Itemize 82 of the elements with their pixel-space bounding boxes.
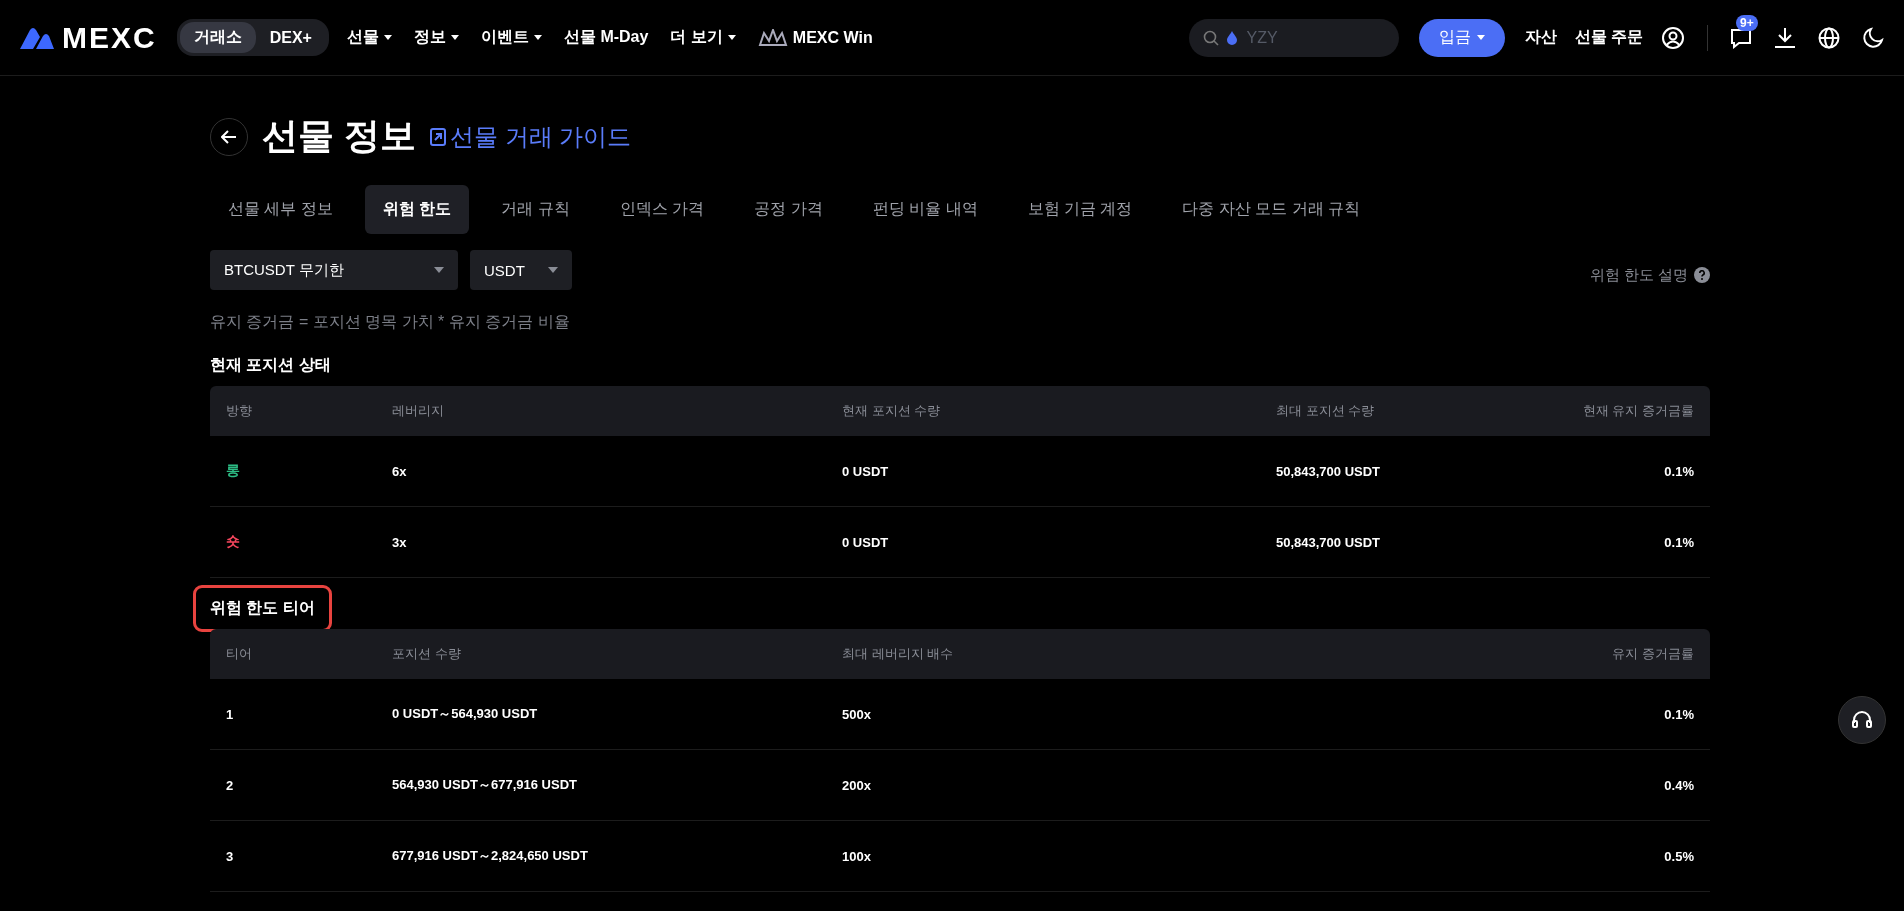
tab[interactable]: 펀딩 비율 내역: [854, 185, 996, 234]
column-header: 현재 포지션 수량: [826, 386, 1260, 436]
tab[interactable]: 공정 가격: [736, 185, 841, 234]
switch-tab[interactable]: DEX+: [255, 22, 326, 53]
logo-icon: [20, 26, 54, 49]
headset-icon: [1851, 709, 1873, 731]
caret-icon: [450, 34, 459, 41]
message-icon[interactable]: [1730, 26, 1752, 49]
column-header: 티어: [210, 629, 376, 679]
caret-icon: [1476, 34, 1485, 41]
column-header: 유지 증거금률: [1268, 629, 1710, 679]
column-header: 포지션 수량: [376, 629, 826, 679]
table-cell: 500x: [826, 679, 1268, 750]
notification-badge: 9+: [1736, 14, 1758, 31]
guide-link[interactable]: 선물 거래 가이드: [430, 120, 632, 153]
table-cell: 50,843,700 USDT: [1260, 436, 1485, 507]
tab[interactable]: 보험 기금 계정: [1009, 185, 1151, 234]
column-header: 현재 유지 증거금률: [1485, 386, 1710, 436]
table-cell: 677,916 USDT～2,824,650 USDT: [376, 821, 826, 892]
tab[interactable]: 선물 세부 정보: [210, 185, 351, 234]
formula-text: 유지 증거금 = 포지션 명목 가치 * 유지 증거금 비율: [210, 312, 571, 332]
column-header: 최대 레버리지 배수: [826, 629, 1268, 679]
table-cell: 200x: [826, 750, 1268, 821]
help-text: 위험 한도 설명: [1589, 265, 1688, 285]
logo-text: MEXC: [62, 20, 157, 55]
section-title: 위험 한도 티어: [196, 588, 329, 629]
header-link[interactable]: 선물 주문: [1574, 27, 1643, 48]
search-field[interactable]: YZY: [1188, 18, 1399, 57]
table-cell: 3x: [376, 507, 826, 578]
table-cell: 100x: [826, 821, 1268, 892]
caret-icon: [548, 267, 558, 273]
table-cell: 564,930 USDT～677,916 USDT: [376, 750, 826, 821]
caret-icon: [434, 267, 444, 273]
direction-cell: 롱: [210, 436, 376, 507]
support-button[interactable]: [1838, 696, 1886, 744]
header-link[interactable]: 자산: [1524, 27, 1557, 48]
table-cell: 0 USDT: [826, 436, 1260, 507]
table-cell: 6x: [376, 436, 826, 507]
dropdown[interactable]: USDT: [470, 250, 572, 290]
tab[interactable]: 인덱스 가격: [601, 185, 723, 234]
table-cell: 0.1%: [1485, 436, 1710, 507]
nav-item[interactable]: 정보: [413, 27, 459, 48]
table-cell: 3: [210, 821, 376, 892]
column-header: 방향: [210, 386, 376, 436]
globe-icon[interactable]: [1818, 26, 1840, 49]
table-cell: 0.4%: [1268, 750, 1710, 821]
nav-item[interactable]: 더 보기: [670, 27, 736, 48]
direction-cell: 숏: [210, 507, 376, 578]
dropdown[interactable]: BTCUSDT 무기한: [210, 250, 458, 290]
column-header: 레버리지: [376, 386, 826, 436]
table-cell: 0.1%: [1268, 679, 1710, 750]
table-cell: 1: [210, 679, 376, 750]
download-icon[interactable]: [1774, 26, 1796, 49]
table-cell: 0 USDT～564,930 USDT: [376, 679, 826, 750]
nav-item[interactable]: MEXC Win: [757, 28, 873, 47]
table-cell: 0 USDT: [826, 507, 1260, 578]
tab[interactable]: 위험 한도: [364, 185, 470, 234]
table-cell: 0.1%: [1485, 507, 1710, 578]
column-header: 최대 포지션 수량: [1260, 386, 1485, 436]
nav-item[interactable]: 이벤트: [480, 27, 542, 48]
tab[interactable]: 거래 규칙: [483, 185, 588, 234]
caret-icon: [533, 34, 542, 41]
section-title: 현재 포지션 상태: [210, 355, 331, 375]
crown-logo-icon: [757, 28, 788, 47]
user-icon[interactable]: [1661, 25, 1685, 50]
deposit-button[interactable]: 입금: [1418, 18, 1505, 57]
nav-item[interactable]: 선물 M-Day: [563, 27, 649, 48]
moon-icon[interactable]: [1862, 26, 1884, 49]
table-cell: 50,843,700 USDT: [1260, 507, 1485, 578]
help-icon[interactable]: [1694, 267, 1710, 283]
page-title: 선물 정보: [262, 114, 416, 158]
table-cell: 0.5%: [1268, 821, 1710, 892]
table-cell: 2: [210, 750, 376, 821]
search-input[interactable]: YZY: [1244, 27, 1369, 48]
caret-icon: [383, 34, 392, 41]
nav-item[interactable]: 선물: [346, 27, 392, 48]
search-icon: [1202, 29, 1219, 46]
back-arrow-icon: [221, 129, 237, 144]
caret-icon: [727, 34, 736, 41]
switch-tab[interactable]: 거래소: [179, 22, 256, 53]
tab[interactable]: 다중 자산 모드 거래 규칙: [1164, 185, 1379, 234]
flame-icon: [1226, 30, 1237, 45]
